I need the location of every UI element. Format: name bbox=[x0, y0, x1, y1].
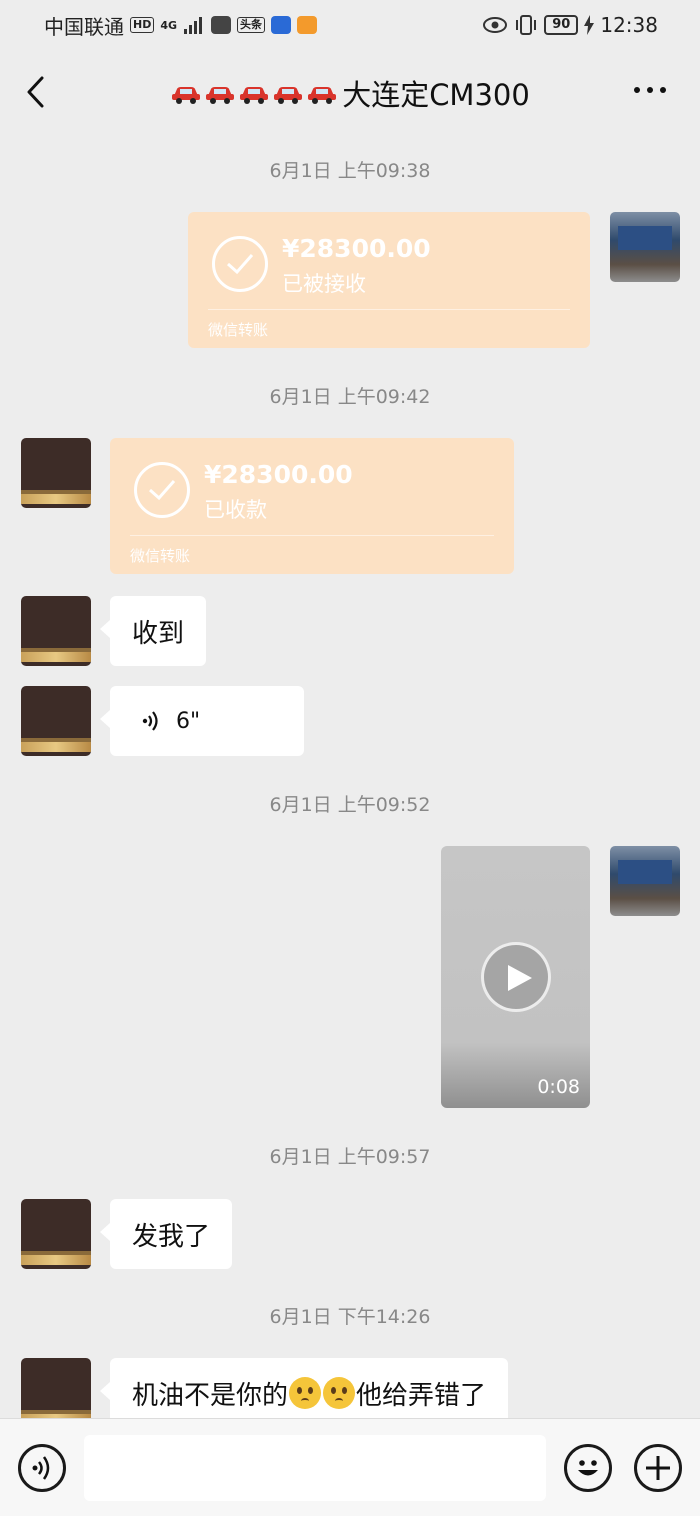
red-car-icon bbox=[274, 87, 303, 104]
transfer-label: 微信转账 bbox=[208, 321, 269, 339]
video-app-icon bbox=[297, 16, 318, 34]
transfer-status: 已收款 bbox=[204, 498, 267, 522]
status-left: 中国联通 HD 4G 头条 bbox=[44, 11, 318, 40]
avatar-contact[interactable] bbox=[21, 686, 91, 756]
timestamp: 6月1日 上午09:57 bbox=[269, 1146, 431, 1168]
car-emoji-group bbox=[170, 82, 338, 104]
avatar-contact[interactable] bbox=[21, 596, 91, 666]
chevron-left-icon bbox=[27, 76, 44, 108]
transfer-divider bbox=[208, 309, 570, 310]
red-car-icon bbox=[308, 87, 337, 104]
chat-title: 大连定CM300 bbox=[170, 72, 530, 114]
transfer-amount: ¥28300.00 bbox=[282, 234, 431, 263]
more-dot-icon bbox=[634, 87, 640, 93]
voice-wave-icon bbox=[32, 1456, 50, 1480]
more-dot-icon bbox=[647, 87, 653, 93]
transfer-card-sent[interactable]: ¥28300.00 已被接收 微信转账 bbox=[188, 212, 590, 348]
avatar-contact[interactable] bbox=[21, 438, 91, 508]
carrier-name: 中国联通 bbox=[44, 14, 124, 39]
more-dot-icon bbox=[660, 87, 666, 93]
check-circle-icon bbox=[212, 236, 268, 292]
red-car-icon bbox=[172, 87, 201, 104]
video-duration: 0:08 bbox=[537, 1076, 580, 1098]
signal-icon bbox=[184, 17, 203, 34]
message-bubble[interactable]: 发我了 bbox=[99, 1199, 233, 1269]
clock: 12:38 bbox=[600, 13, 658, 37]
hd-badge: HD bbox=[130, 17, 155, 33]
timestamp: 6月1日 上午09:42 bbox=[269, 386, 431, 408]
avatar-self[interactable] bbox=[610, 846, 680, 916]
network-type: 4G bbox=[160, 18, 178, 32]
timestamp: 6月1日 上午09:52 bbox=[269, 794, 431, 816]
smiley-icon bbox=[578, 1460, 598, 1476]
input-bar bbox=[0, 1418, 700, 1516]
voice-message-bubble[interactable]: 6" bbox=[100, 686, 304, 756]
transfer-card-received[interactable]: ¥28300.00 已收款 微信转账 bbox=[110, 438, 514, 574]
check-icon bbox=[227, 254, 254, 275]
charging-icon bbox=[584, 15, 595, 35]
message-text: 机油不是你的 bbox=[132, 1380, 289, 1411]
message-text: 他给弄错了 bbox=[356, 1380, 487, 1411]
avatar-sign-image bbox=[618, 860, 672, 884]
bulb-app-icon bbox=[271, 16, 292, 34]
add-more-button[interactable] bbox=[634, 1444, 682, 1492]
message-bubble[interactable]: 收到 bbox=[99, 596, 207, 666]
message-input[interactable] bbox=[84, 1435, 546, 1501]
timestamp: 6月1日 上午09:38 bbox=[269, 160, 431, 182]
gallery-icon bbox=[211, 16, 232, 34]
battery-indicator: 90 bbox=[544, 15, 579, 35]
vibrate-icon bbox=[516, 15, 537, 35]
back-button[interactable] bbox=[22, 74, 52, 110]
red-car-icon bbox=[206, 87, 235, 104]
more-options-button[interactable] bbox=[634, 82, 670, 98]
chat-header: 大连定CM300 bbox=[0, 58, 700, 128]
transfer-divider bbox=[130, 535, 494, 536]
avatar-sign-image bbox=[618, 226, 672, 250]
transfer-status: 已被接收 bbox=[282, 272, 366, 296]
status-bar: 中国联通 HD 4G 头条 90 12:38 bbox=[0, 0, 700, 50]
toutiao-app-icon: 头条 bbox=[237, 17, 266, 33]
check-circle-icon bbox=[134, 462, 190, 518]
message-text: 收到 bbox=[132, 618, 185, 649]
pleading-face-icon bbox=[323, 1377, 356, 1409]
message-text: 发我了 bbox=[132, 1221, 211, 1252]
voice-duration: 6" bbox=[176, 708, 201, 734]
timestamp: 6月1日 下午14:26 bbox=[269, 1306, 431, 1328]
voice-input-button[interactable] bbox=[18, 1444, 66, 1492]
emoji-button[interactable] bbox=[564, 1444, 612, 1492]
play-icon bbox=[508, 965, 532, 991]
red-car-icon bbox=[240, 87, 269, 104]
voice-wave-icon bbox=[142, 711, 158, 731]
plus-icon bbox=[646, 1456, 670, 1480]
transfer-amount: ¥28300.00 bbox=[204, 460, 353, 489]
play-button[interactable] bbox=[481, 942, 551, 1012]
eye-icon bbox=[483, 17, 508, 33]
check-icon bbox=[149, 480, 176, 501]
status-right: 90 12:38 bbox=[482, 13, 658, 37]
avatar-self[interactable] bbox=[610, 212, 680, 282]
transfer-label: 微信转账 bbox=[130, 547, 191, 565]
avatar-contact[interactable] bbox=[21, 1199, 91, 1269]
video-message[interactable]: 0:08 bbox=[441, 846, 590, 1108]
pleading-face-icon bbox=[289, 1377, 322, 1409]
chat-title-text: 大连定CM300 bbox=[342, 78, 530, 112]
